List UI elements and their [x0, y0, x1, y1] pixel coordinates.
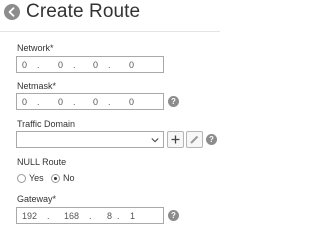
netmask-label: Netmask*: [17, 81, 57, 91]
netmask-octet-2[interactable]: 0: [58, 97, 63, 107]
null-route-radio-group: Yes No: [16, 173, 136, 185]
network-octet-1[interactable]: 0: [22, 60, 27, 70]
traffic-domain-select[interactable]: [16, 131, 164, 148]
chevron-down-icon: [151, 138, 159, 143]
netmask-dot-2: .: [73, 97, 76, 107]
null-route-yes-radio[interactable]: [17, 174, 26, 183]
network-dot-2: .: [73, 60, 76, 70]
netmask-octet-3[interactable]: 0: [93, 97, 98, 107]
gateway-octet-1[interactable]: 192: [22, 211, 37, 221]
add-traffic-domain-button[interactable]: [167, 131, 184, 148]
traffic-domain-help-icon[interactable]: ?: [206, 134, 217, 145]
network-octet-4[interactable]: 0: [129, 60, 134, 70]
gateway-dot-2: .: [89, 211, 92, 221]
netmask-octet-4[interactable]: 0: [129, 97, 134, 107]
header-divider: [0, 31, 220, 32]
gateway-dot-1: .: [47, 211, 50, 221]
netmask-dot-1: .: [37, 97, 40, 107]
netmask-help-icon[interactable]: ?: [168, 96, 179, 107]
gateway-ip-input[interactable]: 192 . 168 . 8 . 1: [16, 207, 164, 224]
pencil-icon: [190, 135, 199, 144]
network-octet-3[interactable]: 0: [93, 60, 98, 70]
page-title: Create Route: [26, 1, 141, 22]
network-ip-input[interactable]: 0 . 0 . 0 . 0: [16, 56, 164, 73]
netmask-ip-input[interactable]: 0 . 0 . 0 . 0: [16, 93, 164, 110]
gateway-octet-3[interactable]: 8: [107, 211, 112, 221]
null-route-label: NULL Route: [17, 157, 67, 167]
gateway-label: Gateway*: [17, 194, 57, 204]
gateway-dot-3: .: [117, 211, 120, 221]
gateway-help-icon[interactable]: ?: [168, 210, 179, 221]
network-octet-2[interactable]: 0: [58, 60, 63, 70]
traffic-domain-label: Traffic Domain: [17, 119, 76, 129]
null-route-no-radio[interactable]: [51, 174, 60, 183]
header: Create Route: [0, 0, 220, 30]
plus-icon: [171, 135, 180, 144]
netmask-octet-1[interactable]: 0: [22, 97, 27, 107]
back-arrow-icon[interactable]: [4, 4, 20, 20]
null-route-no-label[interactable]: No: [63, 173, 75, 183]
edit-traffic-domain-button[interactable]: [186, 131, 203, 148]
gateway-octet-2[interactable]: 168: [64, 211, 79, 221]
network-dot-1: .: [37, 60, 40, 70]
gateway-octet-4[interactable]: 1: [130, 211, 135, 221]
null-route-yes-label[interactable]: Yes: [29, 173, 44, 183]
network-dot-3: .: [108, 60, 111, 70]
network-label: Network*: [17, 43, 54, 53]
netmask-dot-3: .: [108, 97, 111, 107]
